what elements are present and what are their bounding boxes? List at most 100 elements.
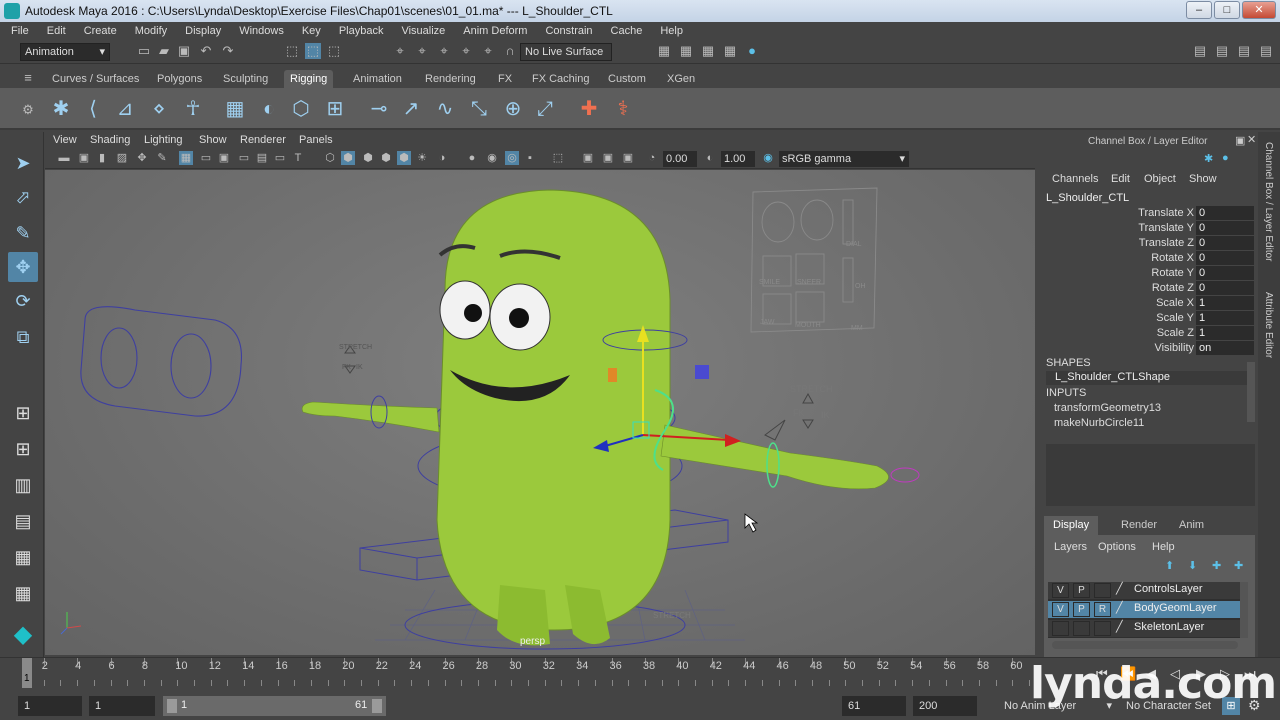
safe-title-icon[interactable]: T: [291, 151, 305, 165]
close-panel-icon[interactable]: ✕: [1247, 133, 1256, 146]
render-settings-icon[interactable]: ▦: [656, 43, 672, 59]
exposure-icon[interactable]: ◔: [645, 151, 659, 165]
gate-mask-icon[interactable]: ▭: [237, 151, 251, 165]
attr-rotate-x[interactable]: Rotate X 0: [1038, 251, 1255, 266]
four-pane-layout-icon[interactable]: ⊞: [8, 434, 38, 464]
menu-key[interactable]: Key: [302, 25, 321, 37]
attr-visibility[interactable]: Visibility on: [1038, 341, 1255, 356]
menu-set-dropdown[interactable]: Animation ▾: [20, 43, 110, 61]
menu-edit[interactable]: Edit: [47, 25, 66, 37]
lattice-icon[interactable]: ⬡: [288, 96, 314, 122]
time-ruler[interactable]: 2 4 6 8 10 12 14 16 18 20 22 24 26 28 30 32 34 36 38 40 42 44…: [0, 658, 1030, 692]
shelf-menu-icon[interactable]: ≡: [20, 70, 36, 86]
snap-surface-icon[interactable]: ⌖: [480, 43, 496, 59]
new-layer-selected-icon[interactable]: ✚: [1234, 559, 1243, 572]
render-current-icon[interactable]: ▦: [678, 43, 694, 59]
menu-windows[interactable]: Windows: [239, 25, 284, 37]
shadows-icon[interactable]: ☀: [415, 151, 429, 165]
save-scene-icon[interactable]: ▣: [176, 43, 192, 59]
textured-icon[interactable]: ⬢: [379, 151, 393, 165]
show-tool-settings-icon[interactable]: ▤: [1236, 43, 1252, 59]
layer-playback-toggle[interactable]: P: [1073, 602, 1090, 617]
image-plane-icon[interactable]: ▨: [115, 151, 129, 165]
isolate-select-icon[interactable]: ⬚: [551, 151, 565, 165]
graph-layout-icon[interactable]: ▦: [8, 542, 38, 572]
gamma-icon[interactable]: ◐: [703, 151, 717, 165]
undo-icon[interactable]: ↶: [198, 43, 214, 59]
tab-fx[interactable]: FX: [492, 70, 518, 88]
select-tool-icon[interactable]: ➤: [8, 148, 38, 178]
field-chart-icon[interactable]: ▤: [255, 151, 269, 165]
layer-color-icon[interactable]: ╱: [1116, 582, 1123, 595]
multisample-aa-icon[interactable]: ◉: [485, 151, 499, 165]
tab-xgen[interactable]: XGen: [661, 70, 701, 88]
layer-visibility-toggle[interactable]: [1052, 621, 1069, 636]
vp-menu-renderer[interactable]: Renderer: [240, 134, 286, 146]
smooth-bind-icon[interactable]: ◐: [256, 96, 282, 122]
parent-constraint-icon[interactable]: ⊕: [500, 96, 526, 122]
joint-tool-icon[interactable]: ✱: [48, 96, 74, 122]
attr-scale-y[interactable]: Scale Y 1: [1038, 311, 1255, 326]
tab-polygons[interactable]: Polygons: [151, 70, 208, 88]
new-layer-icon[interactable]: ✚: [1212, 559, 1221, 572]
select-component-icon[interactable]: ⬚: [326, 43, 342, 59]
wireframe-icon[interactable]: ⬡: [323, 151, 337, 165]
attr-translate-y[interactable]: Translate Y 0: [1038, 221, 1255, 236]
tab-rendering[interactable]: Rendering: [419, 70, 482, 88]
playback-start-field[interactable]: 1: [89, 696, 155, 716]
current-time-marker[interactable]: 1: [22, 658, 32, 688]
range-end-handle[interactable]: [372, 699, 382, 713]
hypershade-icon[interactable]: ●: [744, 43, 760, 59]
vp-menu-view[interactable]: View: [53, 134, 77, 146]
render-view-icon[interactable]: ▦: [722, 43, 738, 59]
animation-start-field[interactable]: 1: [18, 696, 82, 716]
scale-tool-icon[interactable]: ⧉: [8, 322, 38, 352]
layer-playback-toggle[interactable]: P: [1073, 583, 1090, 598]
lasso-tool-icon[interactable]: ⬀: [8, 182, 38, 212]
xray-joints-icon[interactable]: ▣: [601, 151, 615, 165]
film-gate-icon[interactable]: ▭: [199, 151, 213, 165]
face-control-board[interactable]: [750, 187, 878, 333]
attr-rotate-y[interactable]: Rotate Y 0: [1038, 266, 1255, 281]
layer-display-type-toggle[interactable]: [1094, 583, 1111, 598]
move-tool-icon[interactable]: ✥: [8, 252, 38, 282]
close-button[interactable]: ✕: [1242, 1, 1276, 19]
xray-icon[interactable]: ▪: [523, 151, 537, 165]
wireframe-on-shaded-icon[interactable]: ⬢: [361, 151, 375, 165]
side-tab-attribute-editor[interactable]: Attribute Editor: [1263, 292, 1274, 358]
layer-list-h-scrollbar[interactable]: [1052, 641, 1238, 649]
depth-of-field-icon[interactable]: ◎: [505, 151, 519, 165]
menu-display[interactable]: Display: [185, 25, 221, 37]
snap-grid-icon[interactable]: ⌖: [392, 43, 408, 59]
tab-fx-caching[interactable]: FX Caching: [526, 70, 595, 88]
perspective-viewport[interactable]: STRETCH FK IK DIAL SMILE SNEER OH JAW MO…: [45, 170, 1035, 655]
layer-visibility-toggle[interactable]: V: [1052, 583, 1069, 598]
attr-scale-x[interactable]: Scale X 1: [1038, 296, 1255, 311]
range-start-handle[interactable]: [167, 699, 177, 713]
layer-display-type-toggle[interactable]: R: [1094, 602, 1111, 617]
insert-joint-icon[interactable]: ⋄: [146, 96, 172, 122]
input-node-transform[interactable]: transformGeometry13: [1054, 402, 1161, 414]
tab-display[interactable]: Display: [1044, 516, 1099, 535]
xray-active-icon[interactable]: ▣: [581, 151, 595, 165]
channel-box-scrollbar[interactable]: [1247, 362, 1255, 422]
cb-menu-object[interactable]: Object: [1144, 173, 1176, 185]
menu-playback[interactable]: Playback: [339, 25, 384, 37]
smooth-shade-icon[interactable]: ⬢: [341, 151, 355, 165]
select-object-icon[interactable]: ⬚: [305, 43, 321, 59]
channel-box-options-icon[interactable]: ✱: [1204, 152, 1213, 165]
motion-blur-icon[interactable]: ●: [465, 151, 479, 165]
vp-menu-panels[interactable]: Panels: [299, 134, 333, 146]
bookmark-icon[interactable]: ▮: [95, 151, 109, 165]
layer-menu-help[interactable]: Help: [1152, 541, 1175, 553]
aim-constraint-icon[interactable]: ↗: [398, 96, 424, 122]
magnet-icon[interactable]: ∩: [502, 43, 518, 59]
layer-visibility-toggle[interactable]: V: [1052, 602, 1069, 617]
select-hierarchy-icon[interactable]: ⬚: [284, 43, 300, 59]
menu-file[interactable]: File: [11, 25, 29, 37]
exposure-field[interactable]: 0.00: [663, 151, 697, 167]
move-layer-up-icon[interactable]: ⬆: [1165, 559, 1174, 572]
scale-constraint-icon[interactable]: ⤡: [466, 96, 492, 122]
hud-icon[interactable]: ▣: [621, 151, 635, 165]
shape-node-row[interactable]: L_Shoulder_CTLShape: [1046, 371, 1255, 385]
